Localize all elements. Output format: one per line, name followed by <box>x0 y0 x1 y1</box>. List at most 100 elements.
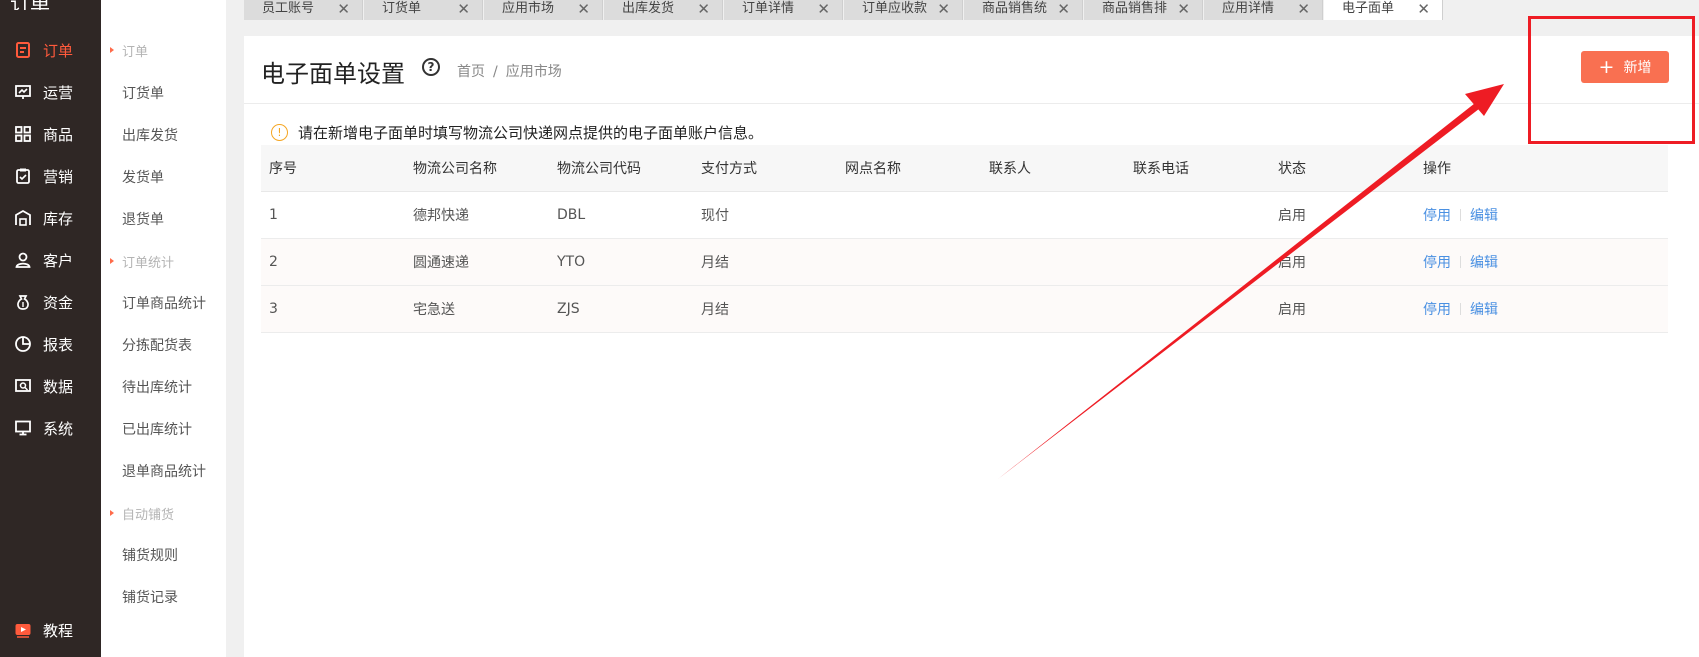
nav-item-orders[interactable]: 订单 <box>0 30 101 70</box>
tab-product-sales-stats[interactable]: 商品销售统 ✕ <box>964 0 1083 20</box>
tab-app-market[interactable]: 应用市场 ✕ <box>484 0 603 20</box>
cell-company-code: YTO <box>557 254 586 270</box>
col-header-phone: 联系电话 <box>1133 161 1189 177</box>
tab-order-receivables[interactable]: 订单应收款 ✕ <box>844 0 963 20</box>
sub-item-return-product-stats[interactable]: 退单商品统计 <box>122 456 206 486</box>
cell-actions: 停用 编辑 <box>1423 192 1498 238</box>
close-icon[interactable]: ✕ <box>937 0 950 18</box>
main-panel: 电子面单设置 ? 首页 / 应用市场 + 新增 ! 请在新增电子面单时填写物流公司快… <box>244 36 1699 657</box>
clipboard-icon <box>13 166 33 186</box>
sub-group-label: 订单统计 <box>122 255 175 271</box>
monitor-icon <box>13 418 33 438</box>
disable-link[interactable]: 停用 <box>1423 205 1451 225</box>
cell-no: 1 <box>269 207 278 223</box>
col-header-site-name: 网点名称 <box>845 161 901 177</box>
help-icon[interactable]: ? <box>422 58 440 76</box>
sub-group-order-stats[interactable]: 订单统计 <box>101 246 226 276</box>
tab-label: 订单应收款 <box>862 1 928 16</box>
table-row: 2 圆通速递 YTO 月结 启用 停用 编辑 <box>261 239 1668 286</box>
edit-link[interactable]: 编辑 <box>1470 299 1498 319</box>
tab-outbound-shipping[interactable]: 出库发货 ✕ <box>604 0 723 20</box>
tab-order-form[interactable]: 订货单 ✕ <box>364 0 483 20</box>
tab-label: 商品销售排 <box>1102 1 1168 16</box>
tab-bar: 员工账号 ✕ 订货单 ✕ 应用市场 ✕ 出库发货 ✕ 订单详情 ✕ 订单应收款 ✕ 商品销售… <box>226 0 1699 20</box>
app-logo: 订单 <box>10 0 50 10</box>
tab-e-waybill[interactable]: 电子面单 ✕ <box>1324 0 1443 20</box>
tab-label: 电子面单 <box>1342 1 1395 16</box>
sub-group-auto-distribution[interactable]: 自动铺货 <box>101 498 226 528</box>
cell-company-name: 圆通速递 <box>413 255 469 271</box>
cell-no: 2 <box>269 254 278 270</box>
sub-item-distribution-records[interactable]: 铺货记录 <box>122 582 178 612</box>
cell-actions: 停用 编辑 <box>1423 239 1498 285</box>
nav-item-customers[interactable]: 客户 <box>0 240 101 280</box>
sub-group-orders[interactable]: 订单 <box>101 35 226 65</box>
nav-item-funds[interactable]: 资金 <box>0 282 101 322</box>
cell-payment: 月结 <box>701 302 729 318</box>
nav-item-reports[interactable]: 报表 <box>0 324 101 364</box>
tab-label: 员工账号 <box>262 1 315 16</box>
edit-link[interactable]: 编辑 <box>1470 205 1498 225</box>
sub-item-shipped-stats[interactable]: 已出库统计 <box>122 414 192 444</box>
nav-label: 报表 <box>43 335 74 354</box>
nav-item-tutorial[interactable]: 教程 <box>0 610 101 650</box>
pie-chart-icon <box>13 334 33 354</box>
cell-company-code: ZJS <box>557 301 580 317</box>
nav-item-marketing[interactable]: 营销 <box>0 156 101 196</box>
nav-item-system[interactable]: 系统 <box>0 408 101 448</box>
nav-label: 营销 <box>43 167 74 186</box>
nav-label: 教程 <box>43 621 74 640</box>
close-icon[interactable]: ✕ <box>697 0 710 18</box>
breadcrumb-app-market[interactable]: 应用市场 <box>506 64 562 80</box>
tab-app-detail[interactable]: 应用详情 ✕ <box>1204 0 1323 20</box>
nav-label: 系统 <box>43 419 74 438</box>
tab-order-detail[interactable]: 订单详情 ✕ <box>724 0 843 20</box>
sub-item-outbound-shipping[interactable]: 出库发货 <box>122 120 178 150</box>
col-header-actions: 操作 <box>1423 161 1451 177</box>
cell-no: 3 <box>269 301 278 317</box>
close-icon[interactable]: ✕ <box>1177 0 1190 18</box>
chart-board-icon <box>13 82 33 102</box>
tab-label: 应用市场 <box>502 1 555 16</box>
tab-label: 订单详情 <box>742 1 795 16</box>
sub-item-pending-outbound-stats[interactable]: 待出库统计 <box>122 372 192 402</box>
cell-status: 启用 <box>1278 302 1306 318</box>
nav-item-data[interactable]: 数据 <box>0 366 101 406</box>
close-icon[interactable]: ✕ <box>337 0 350 18</box>
cell-payment: 月结 <box>701 255 729 271</box>
disable-link[interactable]: 停用 <box>1423 252 1451 272</box>
col-header-status: 状态 <box>1278 161 1306 177</box>
tab-staff-accounts[interactable]: 员工账号 ✕ <box>244 0 363 20</box>
breadcrumb: 首页 / 应用市场 <box>457 61 562 81</box>
close-icon[interactable]: ✕ <box>817 0 830 18</box>
close-icon[interactable]: ✕ <box>1417 0 1430 18</box>
sub-group-label: 订单 <box>122 44 149 60</box>
nav-item-products[interactable]: 商品 <box>0 114 101 154</box>
money-bag-icon <box>13 292 33 312</box>
nav-item-operations[interactable]: 运营 <box>0 72 101 112</box>
disable-link[interactable]: 停用 <box>1423 299 1451 319</box>
cell-status: 启用 <box>1278 255 1306 271</box>
close-icon[interactable]: ✕ <box>577 0 590 18</box>
breadcrumb-home[interactable]: 首页 <box>457 64 485 80</box>
cell-company-code: DBL <box>557 207 586 223</box>
cell-company-name: 宅急送 <box>413 302 455 318</box>
sub-item-picking-table[interactable]: 分拣配货表 <box>122 330 192 360</box>
close-icon[interactable]: ✕ <box>457 0 470 18</box>
user-icon <box>13 250 33 270</box>
nav-label: 订单 <box>43 41 74 60</box>
sub-item-delivery-note[interactable]: 发货单 <box>122 162 164 192</box>
close-icon[interactable]: ✕ <box>1057 0 1070 18</box>
sub-item-order-form[interactable]: 订货单 <box>122 78 164 108</box>
sub-item-return-note[interactable]: 退货单 <box>122 204 164 234</box>
table-row: 1 德邦快递 DBL 现付 启用 停用 编辑 <box>261 192 1668 239</box>
sub-item-distribution-rules[interactable]: 铺货规则 <box>122 540 178 570</box>
tab-product-sales-rank[interactable]: 商品销售排 ✕ <box>1084 0 1203 20</box>
close-icon[interactable]: ✕ <box>1297 0 1310 18</box>
page-title: 电子面单设置 <box>261 60 405 88</box>
sub-item-order-product-stats[interactable]: 订单商品统计 <box>122 288 206 318</box>
cell-company-name: 德邦快递 <box>413 208 469 224</box>
edit-link[interactable]: 编辑 <box>1470 252 1498 272</box>
nav-item-inventory[interactable]: 库存 <box>0 198 101 238</box>
nav-label: 商品 <box>43 125 74 144</box>
